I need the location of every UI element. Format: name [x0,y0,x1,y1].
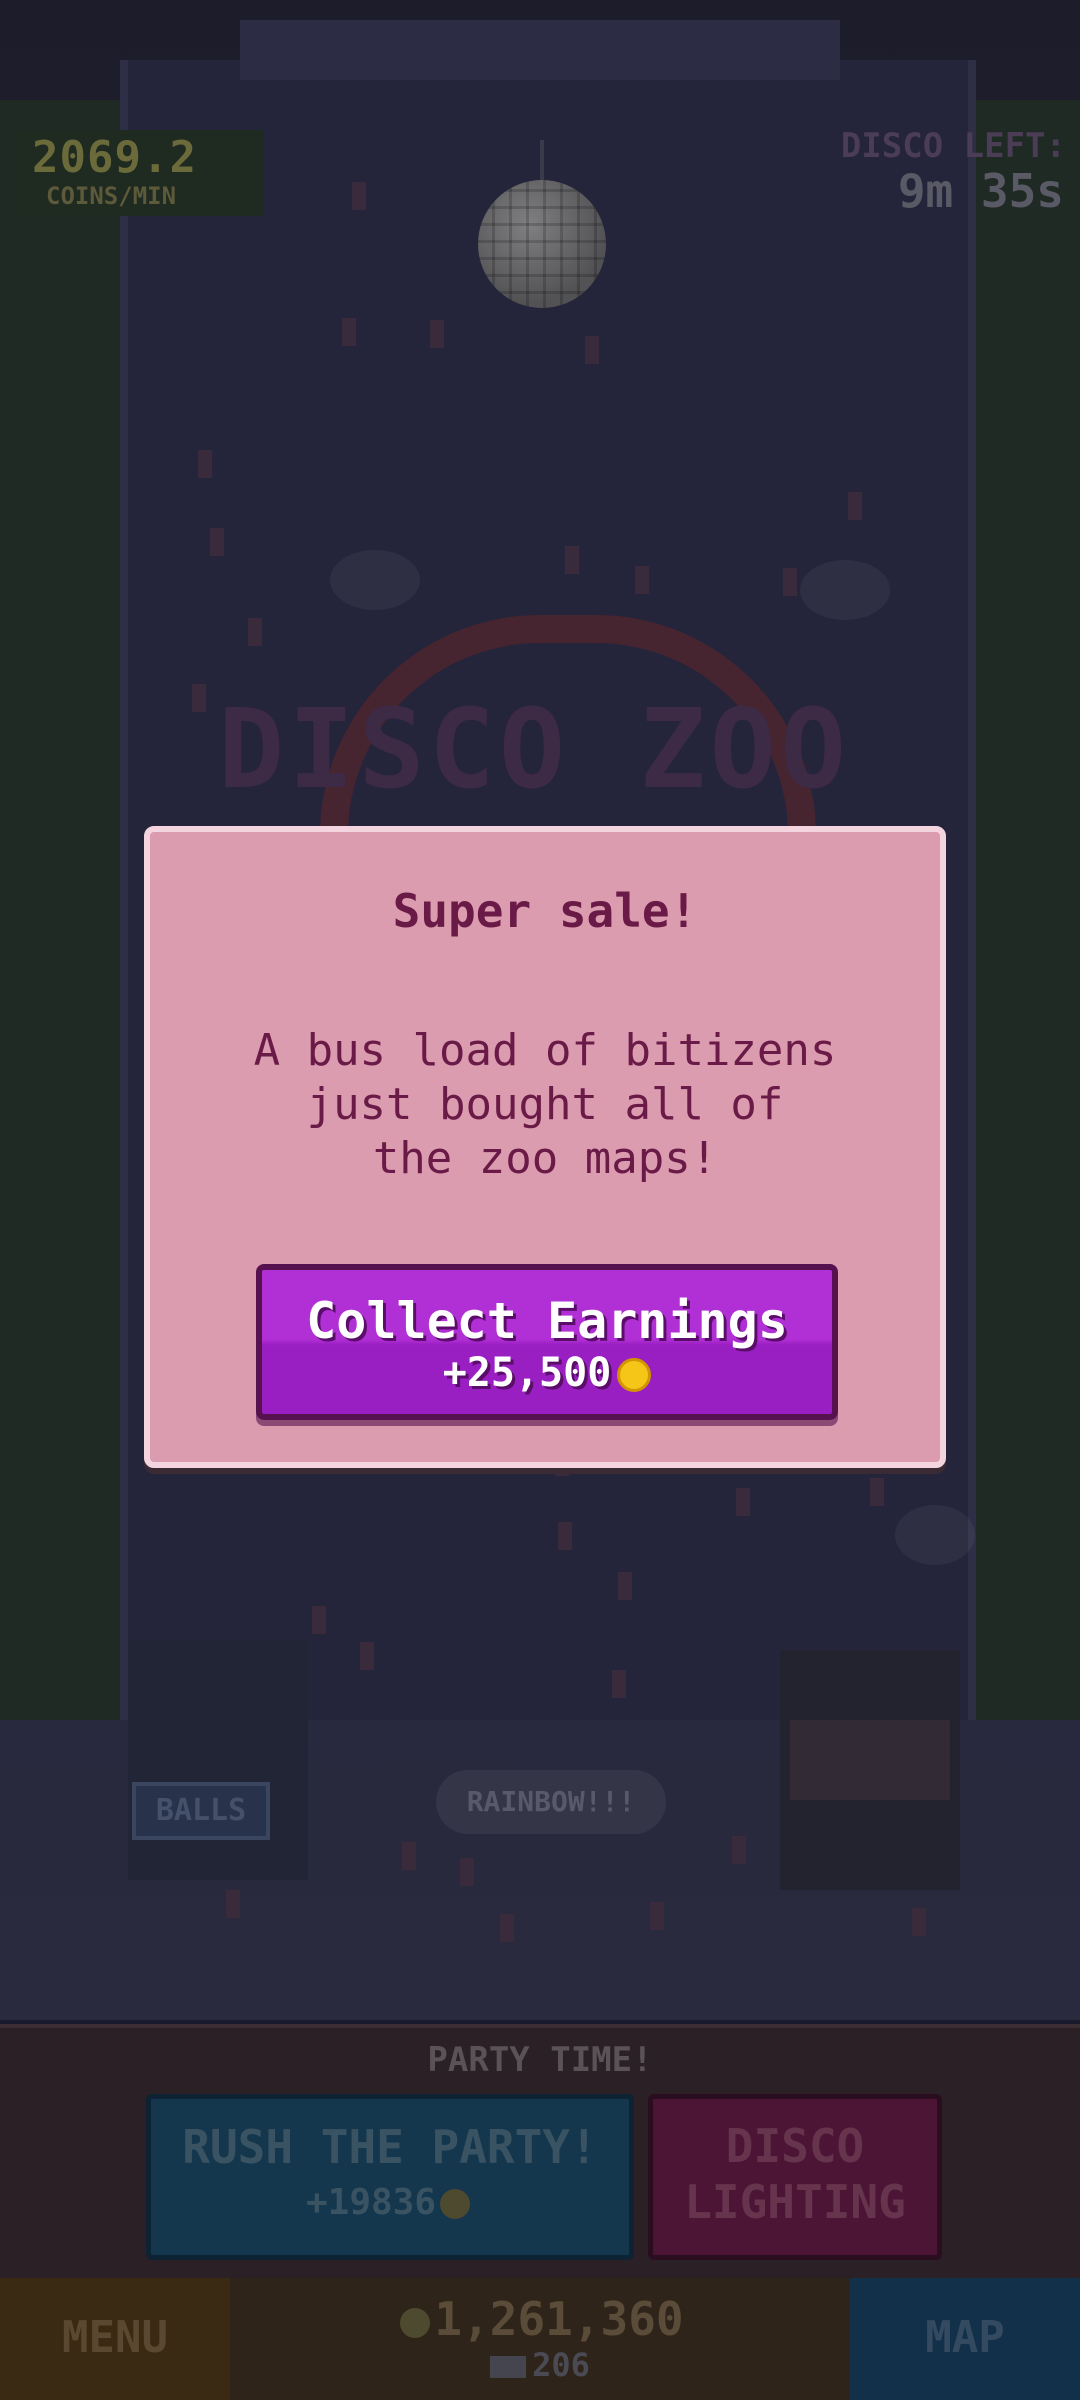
bitizen-sprite [783,568,797,596]
coin-icon [440,2189,471,2219]
disco-left-timer: 9m 35s [897,164,1064,218]
coins-per-minute-value: 2069.2 [32,132,197,183]
rush-the-party-button[interactable] [146,2094,634,2260]
bitizen-sprite [736,1488,750,1516]
bitizen-sprite [500,1914,514,1942]
bitizen-sprite [585,336,599,364]
bitizen-sprite [618,1572,632,1600]
light-spot [895,1505,975,1565]
coin-balance-value: 1,261,360 [434,2292,684,2346]
disco-zoo-logo: DISCO ZOO [218,685,851,813]
menu-label: MENU [62,2312,168,2363]
game-screen: 2069.2 COINS/MIN DISCO LEFT: 9m 35s DISC… [0,0,1080,2400]
dialog-message: A bus load of bitizens just bought all o… [253,1025,837,1184]
super-sale-dialog: Super sale! A bus load of bitizens just … [144,826,946,1468]
coin-icon [400,2307,431,2338]
dialog-title: Super sale! [392,884,698,938]
bitizen-sprite [312,1606,326,1634]
bitizen-sprite [848,492,862,520]
disco-left-label: DISCO LEFT: [840,126,1066,166]
disco-ball-icon [478,180,606,308]
bitizen-sprite [460,1858,474,1886]
light-spot [800,560,890,620]
collect-earnings-amount: +25,500 [262,1350,832,1396]
bitizen-sprite [226,1890,240,1918]
rush-reward-value: +19836 [305,2182,437,2223]
party-time-title: PARTY TIME! [427,2040,653,2080]
bux-balance: 206 [230,2346,850,2384]
rainbow-speech-bubble: RAINBOW!!! [436,1770,666,1834]
bitizen-sprite [360,1642,374,1670]
stall-awning [790,1720,950,1800]
bitizen-sprite [342,318,356,346]
bitizen-sprite [650,1902,664,1930]
bitizen-sprite [870,1478,884,1506]
coin-balance: 1,261,360 [230,2292,850,2346]
coins-per-minute-label: COINS/MIN [46,182,177,210]
bitizen-sprite [192,684,206,712]
rush-the-party-label: RUSH THE PARTY! [182,2120,598,2174]
bitizen-sprite [612,1670,626,1698]
bitizen-sprite [402,1842,416,1870]
collect-earnings-label: Collect Earnings [306,1292,788,1350]
balls-sign: BALLS [132,1782,270,1840]
bux-balance-value: 206 [532,2346,590,2384]
bitizen-sprite [430,320,444,348]
bitizen-sprite [558,1522,572,1550]
rush-the-party-reward: +19836 [146,2182,634,2223]
bitizen-sprite [912,1908,926,1936]
bitizen-sprite [210,528,224,556]
disco-ball-string [540,140,544,184]
left-garden [0,100,120,1720]
bitizen-sprite [198,450,212,478]
bitizen-sprite [565,546,579,574]
gold-coin-icon [617,1358,652,1392]
balls-stall [128,1640,308,1880]
stage-roof [240,20,840,80]
bux-icon [490,2356,527,2378]
disco-lighting-label: DISCO LIGHTING [684,2119,906,2229]
bitizen-sprite [352,182,366,210]
collect-earnings-button[interactable]: Collect Earnings +25,500 [256,1264,838,1420]
map-label: MAP [925,2312,1005,2363]
bitizen-sprite [248,618,262,646]
right-garden [960,100,1080,1720]
bitizen-sprite [635,566,649,594]
collect-amount-value: +25,500 [442,1350,612,1396]
bitizen-sprite [732,1836,746,1864]
light-spot [330,550,420,610]
